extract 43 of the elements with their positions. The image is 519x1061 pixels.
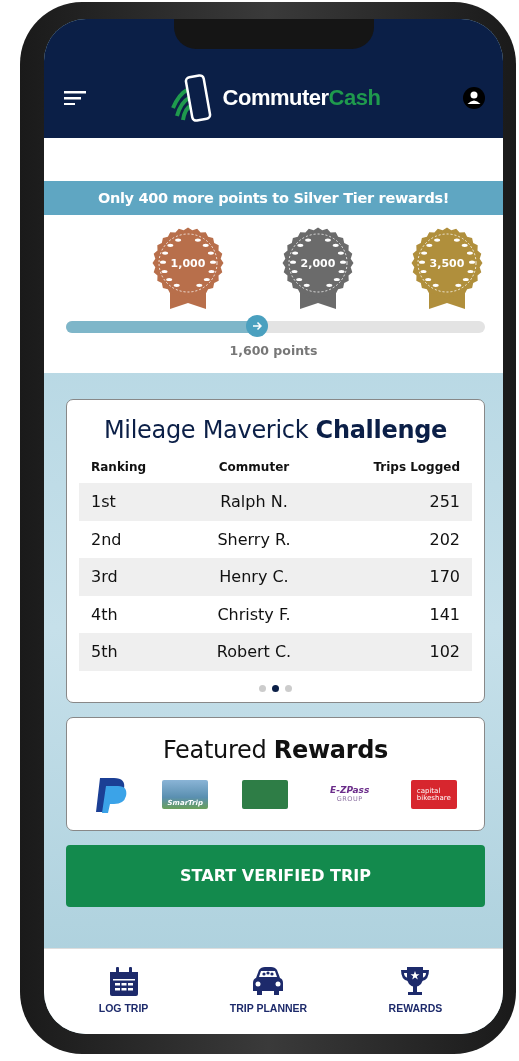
tier-threshold: 3,500 (429, 257, 465, 270)
table-cell: 102 (321, 633, 472, 671)
table-cell: 2nd (79, 520, 187, 558)
table-cell: Ralph N. (186, 483, 322, 521)
tier-banner: Only 400 more points to Silver Tier rewards! (44, 181, 503, 215)
column-header: Trips Logged (321, 456, 472, 483)
brand-name: CommuterCash (222, 84, 381, 111)
trophy-icon (400, 967, 431, 996)
arrow-icon (251, 321, 262, 331)
table-cell: 5th (79, 633, 187, 671)
column-header: Ranking (79, 456, 187, 483)
column-header: Commuter (186, 456, 322, 483)
paypal-logo-icon (94, 775, 129, 814)
table-cell: 1st (79, 483, 187, 521)
table-cell: 251 (321, 483, 472, 521)
challenge-title: Mileage Maverick Challenge (102, 416, 449, 444)
tier-threshold: 1,000 (170, 257, 206, 270)
table-cell: 170 (321, 558, 472, 596)
progress-thumb[interactable] (245, 315, 268, 337)
table-cell: Christy F. (186, 595, 322, 633)
nav-tab[interactable]: REWARDS (388, 967, 443, 1034)
logo-text: E-ZPass (330, 786, 370, 796)
table-cell: Robert C. (186, 633, 322, 671)
table-cell: Sherry R. (186, 520, 322, 558)
table-cell: 4th (79, 595, 187, 633)
page-dot[interactable] (272, 684, 279, 692)
car-icon (253, 967, 284, 996)
tier-threshold: 2,000 (300, 257, 335, 270)
page-dot[interactable] (285, 684, 292, 692)
rewards-title: Featured Rewards (161, 735, 390, 764)
calendar-icon (108, 967, 139, 996)
nav-tab[interactable]: LOG TRIP (98, 967, 149, 1034)
menu-icon (64, 90, 86, 105)
table-cell: 141 (321, 595, 472, 633)
table-cell: 202 (321, 520, 472, 558)
page-dot[interactable] (259, 684, 266, 692)
start-trip-button[interactable]: START VERIFIED TRIP (66, 844, 485, 907)
points-reading: 1,600 points (228, 342, 319, 360)
gift-card-logo[interactable] (242, 780, 289, 809)
nav-tab[interactable]: TRIP PLANNER (229, 967, 308, 1034)
table-cell: Henry C. (186, 558, 322, 596)
table-cell: 3rd (79, 558, 187, 596)
account-icon (463, 86, 485, 109)
